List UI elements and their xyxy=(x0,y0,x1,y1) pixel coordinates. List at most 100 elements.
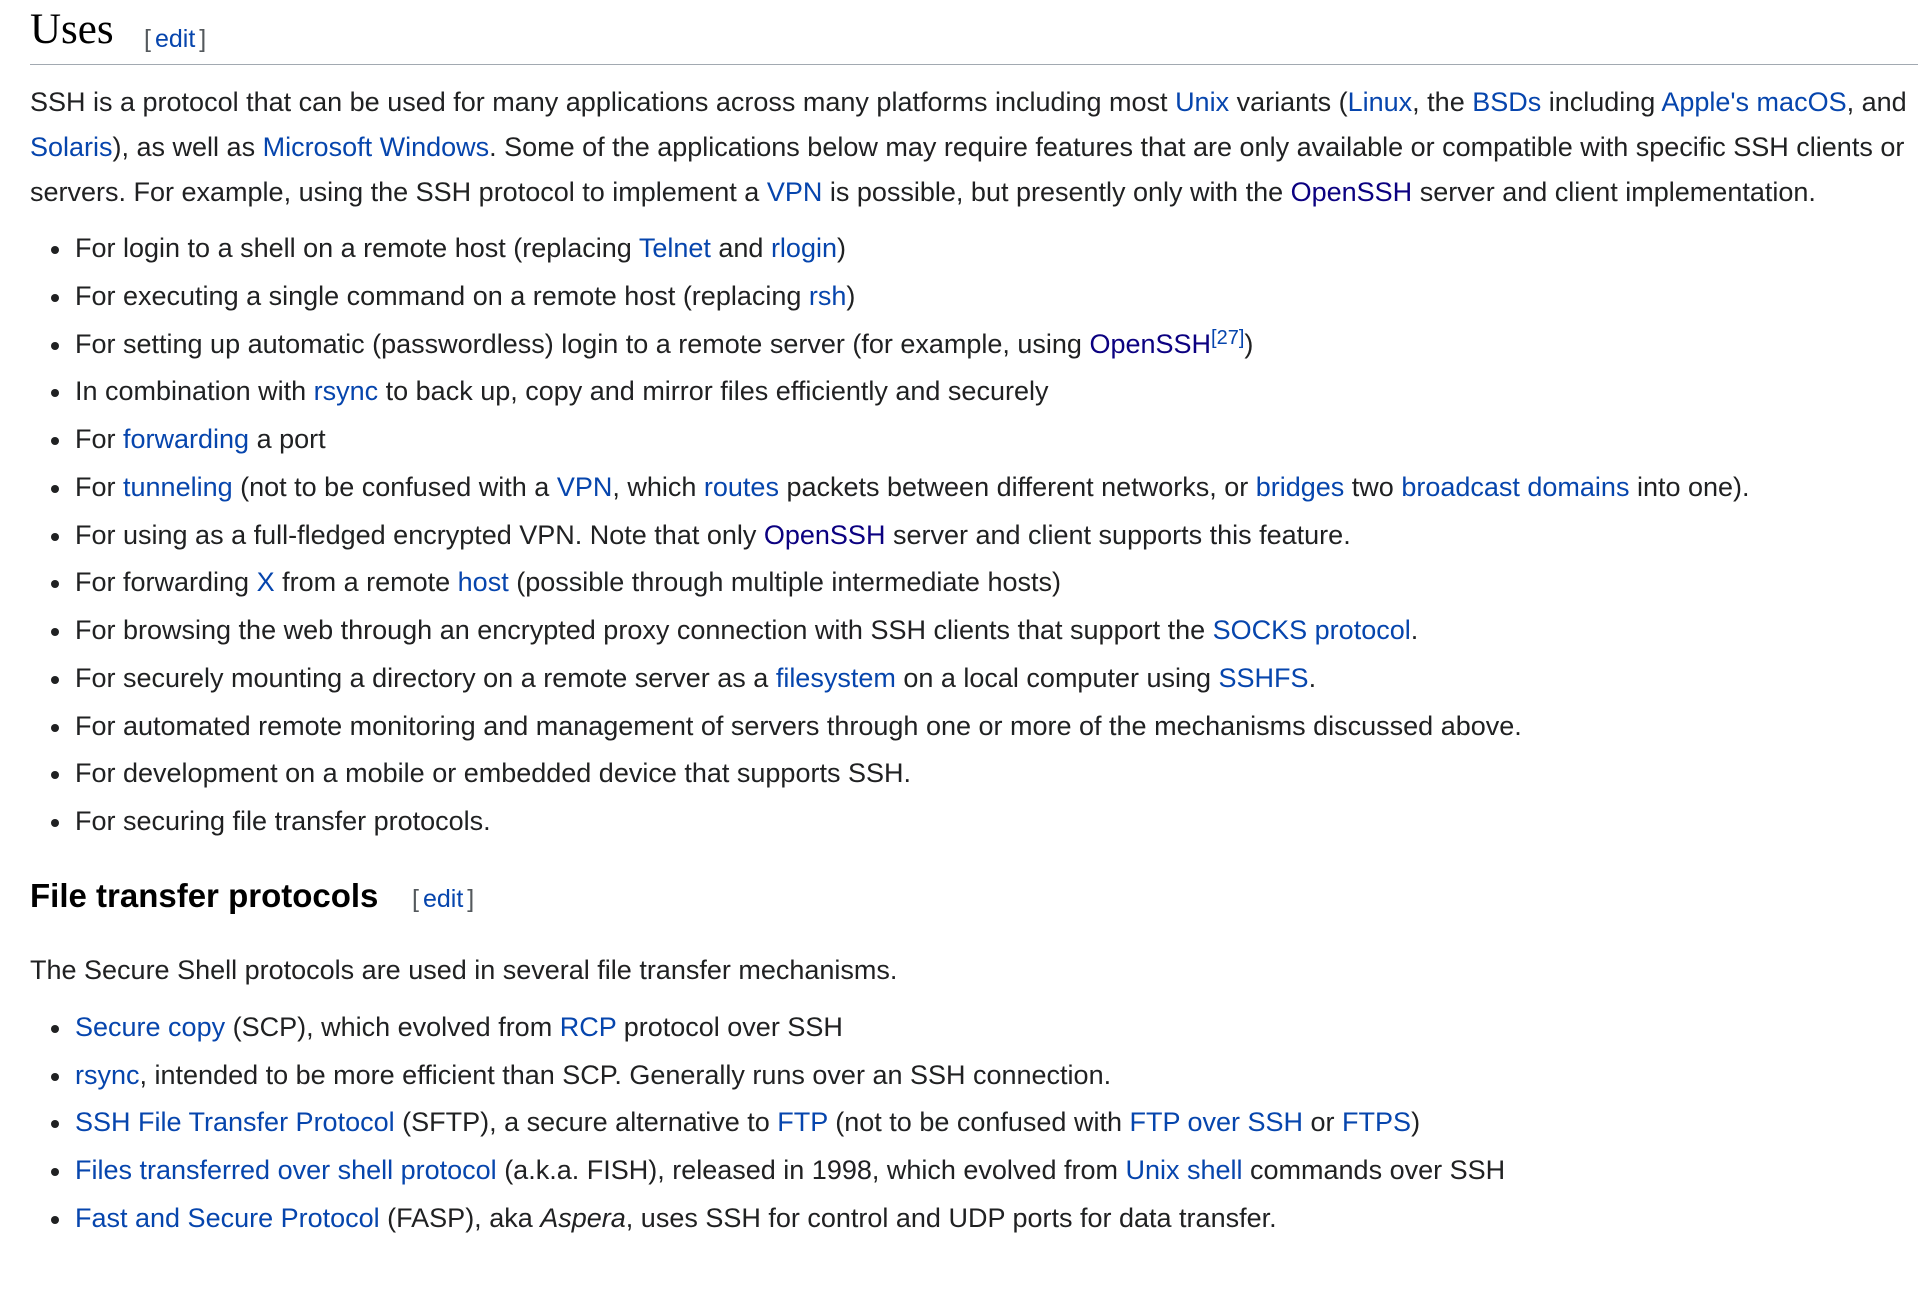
list-item: For forwarding a port xyxy=(30,416,1918,464)
text-run: For development on a mobile or embedded … xyxy=(75,758,911,789)
wiki-link[interactable]: host xyxy=(458,567,509,597)
list-item: Files transferred over shell protocol (a… xyxy=(30,1147,1918,1195)
text-run: (SCP), which evolved from xyxy=(225,1011,560,1042)
text-run: , uses SSH for control and UDP ports for… xyxy=(625,1202,1277,1233)
list-item: For securing file transfer protocols. xyxy=(30,798,1918,846)
text-run: ) xyxy=(846,280,856,311)
text-run: (a.k.a. FISH), released in 1998, which e… xyxy=(496,1155,1126,1185)
text-run: For automated remote monitoring and mana… xyxy=(75,710,1522,741)
text-run: (possible through multiple intermediate … xyxy=(508,567,1061,598)
text-run: ) xyxy=(1411,1107,1421,1138)
wiki-link[interactable]: tunneling xyxy=(123,472,233,502)
wiki-link[interactable]: rsync xyxy=(314,376,379,406)
wiki-link[interactable]: Unix xyxy=(1175,87,1229,117)
list-item: For executing a single command on a remo… xyxy=(30,273,1918,321)
edit-section-bracket: [edit] xyxy=(144,25,207,53)
wiki-link[interactable]: routes xyxy=(704,472,779,502)
wiki-link[interactable]: SOCKS protocol xyxy=(1213,615,1411,645)
text-run: . xyxy=(1410,615,1419,645)
edit-link[interactable]: edit xyxy=(155,25,195,53)
text-run: (FASP), aka xyxy=(379,1202,541,1233)
wiki-link[interactable]: Fast and Secure Protocol xyxy=(75,1203,380,1233)
text-run: protocol over SSH xyxy=(616,1011,843,1042)
text-run: The Secure Shell protocols are used in s… xyxy=(30,954,898,985)
text-run: , and xyxy=(1846,87,1907,117)
text-run: a port xyxy=(249,424,326,454)
section-heading-file-transfer: File transfer protocols [edit] xyxy=(30,869,1918,925)
wiki-link[interactable]: rlogin xyxy=(771,233,837,263)
list-item: For tunneling (not to be confused with a… xyxy=(30,464,1918,512)
text-run: For xyxy=(75,471,124,502)
wiki-link[interactable]: VPN xyxy=(767,177,823,207)
wiki-link[interactable]: OpenSSH xyxy=(1291,177,1413,207)
text-run: and xyxy=(710,233,771,263)
wiki-link[interactable]: Secure copy xyxy=(75,1012,225,1042)
list-item: For development on a mobile or embedded … xyxy=(30,750,1918,798)
text-run: server and client implementation. xyxy=(1412,177,1816,207)
file-transfer-list: Secure copy (SCP), which evolved from RC… xyxy=(30,1004,1918,1243)
wiki-link[interactable]: OpenSSH xyxy=(764,520,886,550)
text-run: or xyxy=(1303,1107,1343,1138)
list-item: For forwarding X from a remote host (pos… xyxy=(30,559,1918,607)
citation-link[interactable]: [27] xyxy=(1211,327,1244,349)
wiki-link[interactable]: Apple's macOS xyxy=(1661,87,1846,117)
wiki-link[interactable]: Solaris xyxy=(30,132,113,162)
wiki-link[interactable]: FTPS xyxy=(1342,1107,1411,1137)
text-run: In combination with xyxy=(75,376,314,407)
wiki-link[interactable]: Microsoft Windows xyxy=(263,132,490,162)
wiki-link[interactable]: X xyxy=(257,567,275,597)
text-run: For securing file transfer protocols. xyxy=(75,806,491,836)
wiki-link[interactable]: Files transferred over shell protocol xyxy=(75,1155,497,1185)
section-title: File transfer protocols xyxy=(30,876,379,914)
text-run: For using as a full-fledged encrypted VP… xyxy=(75,519,764,550)
list-item: SSH File Transfer Protocol (SFTP), a sec… xyxy=(30,1099,1918,1147)
wiki-link[interactable]: SSHFS xyxy=(1219,663,1309,693)
article-content: Uses [edit] SSH is a protocol that can b… xyxy=(30,0,1918,1243)
wiki-link[interactable]: OpenSSH xyxy=(1089,329,1211,359)
text-run: commands over SSH xyxy=(1242,1155,1506,1185)
wiki-link[interactable]: Unix shell xyxy=(1125,1155,1242,1185)
italic-text: Aspera xyxy=(540,1202,626,1233)
text-run: (not to be confused with xyxy=(827,1107,1130,1138)
text-run: , the xyxy=(1412,87,1473,117)
wiki-link[interactable]: filesystem xyxy=(776,663,896,693)
text-run: into one). xyxy=(1629,471,1750,502)
list-item: rsync, intended to be more efficient tha… xyxy=(30,1052,1918,1100)
text-run: including xyxy=(1541,87,1662,117)
wiki-link[interactable]: BSDs xyxy=(1472,87,1541,117)
text-run: . xyxy=(1308,662,1317,693)
wiki-link[interactable]: bridges xyxy=(1256,472,1345,502)
list-item: Secure copy (SCP), which evolved from RC… xyxy=(30,1004,1918,1052)
wiki-link[interactable]: Linux xyxy=(1348,87,1413,117)
text-run: For login to a shell on a remote host (r… xyxy=(75,233,639,263)
text-run: For browsing the web through an encrypte… xyxy=(75,615,1213,645)
text-run: For forwarding xyxy=(75,567,257,598)
text-run: two xyxy=(1344,471,1402,502)
wiki-link[interactable]: broadcast domains xyxy=(1401,472,1629,502)
citation: [27] xyxy=(1211,327,1244,349)
wiki-link[interactable]: VPN xyxy=(557,472,613,502)
file-transfer-intro-paragraph: The Secure Shell protocols are used in s… xyxy=(30,948,1918,993)
text-run: SSH is a protocol that can be used for m… xyxy=(30,87,1176,117)
section-title: Uses xyxy=(30,6,114,53)
wiki-link[interactable]: FTP over SSH xyxy=(1129,1107,1303,1137)
list-item: For using as a full-fledged encrypted VP… xyxy=(30,512,1918,560)
list-item: For setting up automatic (passwordless) … xyxy=(30,321,1918,369)
wiki-link[interactable]: Telnet xyxy=(639,233,711,263)
uses-list: For login to a shell on a remote host (r… xyxy=(30,225,1918,846)
wiki-link[interactable]: rsh xyxy=(809,281,847,311)
wiki-link[interactable]: forwarding xyxy=(123,424,249,454)
text-run: For xyxy=(75,424,124,454)
list-item: For automated remote monitoring and mana… xyxy=(30,703,1918,751)
text-run: ) xyxy=(836,233,846,263)
wiki-link[interactable]: FTP xyxy=(777,1107,828,1137)
list-item: For login to a shell on a remote host (r… xyxy=(30,225,1918,273)
text-run: (not to be confused with a xyxy=(232,471,557,502)
edit-link[interactable]: edit xyxy=(423,885,463,913)
list-item: In combination with rsync to back up, co… xyxy=(30,368,1918,416)
wiki-link[interactable]: SSH File Transfer Protocol xyxy=(75,1107,395,1137)
uses-intro-paragraph: SSH is a protocol that can be used for m… xyxy=(30,80,1918,215)
wiki-link[interactable]: rsync xyxy=(75,1060,140,1090)
wiki-link[interactable]: RCP xyxy=(560,1012,617,1042)
list-item: For browsing the web through an encrypte… xyxy=(30,607,1918,655)
